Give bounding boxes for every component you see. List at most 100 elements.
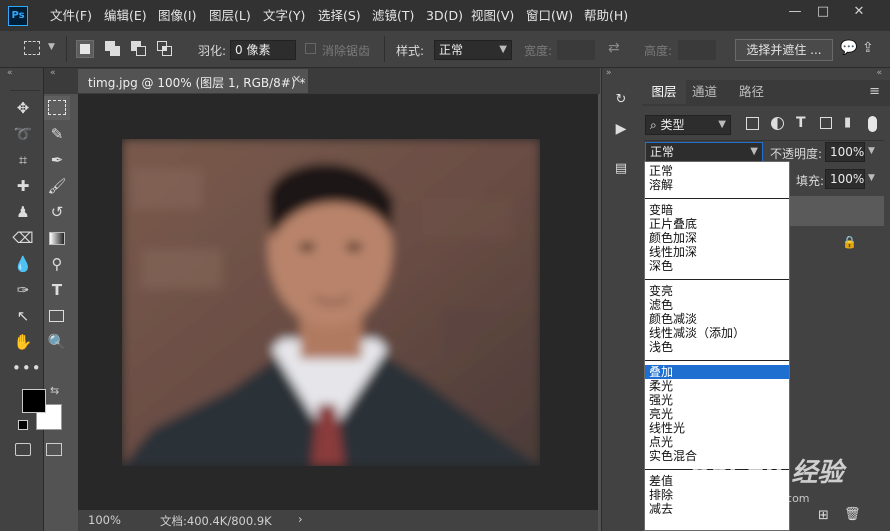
- intersect-selection-icon[interactable]: [156, 40, 174, 58]
- menu-view[interactable]: 视图(V): [471, 6, 514, 26]
- blend-option-darker-color[interactable]: 深色: [645, 259, 789, 273]
- brush-tool-icon[interactable]: 🖌: [46, 176, 68, 196]
- collapse-panels-icon[interactable]: «: [876, 68, 882, 78]
- blend-option-lighter-color[interactable]: 浅色: [645, 340, 789, 354]
- blend-option-hard-light[interactable]: 强光: [645, 393, 789, 407]
- close-tab-icon[interactable]: ✕: [292, 73, 301, 86]
- default-colors-icon[interactable]: [18, 420, 28, 430]
- collapse-icon[interactable]: »: [606, 68, 612, 78]
- chevron-down-icon[interactable]: ▼: [868, 173, 875, 183]
- blend-option-soft-light[interactable]: 柔光: [645, 379, 789, 393]
- blend-option-color-burn[interactable]: 颜色加深: [645, 231, 789, 245]
- opacity-input[interactable]: 100%: [825, 142, 865, 162]
- maximize-button[interactable]: □: [810, 2, 836, 22]
- properties-panel-icon[interactable]: ▤: [611, 161, 631, 179]
- status-menu-arrow[interactable]: ›: [298, 512, 303, 526]
- menu-select[interactable]: 选择(S): [318, 6, 361, 26]
- blend-option-multiply[interactable]: 正片叠底: [645, 217, 789, 231]
- blend-option-linear-burn[interactable]: 线性加深: [645, 245, 789, 259]
- blend-option-dissolve[interactable]: 溶解: [645, 178, 789, 192]
- blend-option-lighten[interactable]: 变亮: [645, 284, 789, 298]
- panel-menu-icon[interactable]: ≡: [869, 84, 880, 99]
- layer-row-selected[interactable]: [790, 196, 884, 226]
- eraser-tool-icon[interactable]: ⌫: [12, 228, 34, 248]
- healing-brush-tool-icon[interactable]: ✚: [12, 176, 34, 196]
- filter-smart-object-icon[interactable]: ▮: [844, 115, 851, 130]
- pen-tool-icon[interactable]: ✑: [12, 280, 34, 300]
- document-image[interactable]: [122, 139, 540, 466]
- blend-option-normal[interactable]: 正常: [645, 164, 789, 178]
- select-and-mask-button[interactable]: 选择并遮住 ...: [735, 39, 833, 61]
- tab-channels[interactable]: 通道: [692, 80, 717, 104]
- dodge-tool-icon[interactable]: ⚲: [46, 254, 68, 274]
- blur-tool-icon[interactable]: 💧: [12, 254, 34, 274]
- blend-option-overlay[interactable]: 叠加: [645, 365, 789, 379]
- style-select[interactable]: 正常 ▼: [434, 40, 512, 60]
- foreground-color-swatch[interactable]: [22, 389, 46, 413]
- eyedropper-tool-icon[interactable]: ✒: [46, 150, 68, 170]
- clone-stamp-tool-icon[interactable]: ♟: [12, 202, 34, 222]
- share-icon[interactable]: ⇪: [862, 40, 874, 56]
- new-selection-icon[interactable]: [76, 40, 94, 58]
- layer-filter-select[interactable]: ⌕ 类型 ▼: [645, 115, 731, 135]
- filter-type-icon[interactable]: T: [796, 115, 806, 131]
- path-selection-tool-icon[interactable]: ↖: [12, 306, 34, 326]
- menu-window[interactable]: 窗口(W): [526, 6, 573, 26]
- marquee-tool-preset-icon[interactable]: [24, 41, 40, 55]
- menu-image[interactable]: 图像(I): [158, 6, 196, 26]
- blend-option-darken[interactable]: 变暗: [645, 203, 789, 217]
- hand-tool-icon[interactable]: ✋: [12, 332, 34, 352]
- chat-icon[interactable]: 💬: [840, 40, 857, 56]
- menu-edit[interactable]: 编辑(E): [104, 6, 147, 26]
- blend-option-linear-light[interactable]: 线性光: [645, 421, 789, 435]
- screen-mode-icon[interactable]: [46, 443, 62, 456]
- move-tool-icon[interactable]: ✥: [12, 98, 34, 118]
- lasso-tool-icon[interactable]: ➰: [12, 124, 34, 144]
- blend-option-vivid-light[interactable]: 亮光: [645, 407, 789, 421]
- tab-layers[interactable]: 图层: [642, 80, 686, 104]
- chevron-down-icon[interactable]: ▼: [868, 146, 875, 156]
- history-brush-tool-icon[interactable]: ↺: [46, 202, 68, 222]
- menu-layer[interactable]: 图层(L): [209, 6, 251, 26]
- menu-type[interactable]: 文字(Y): [263, 6, 305, 26]
- close-window-button[interactable]: ✕: [846, 2, 872, 22]
- marquee-tool-icon[interactable]: [48, 100, 66, 115]
- tab-paths[interactable]: 路径: [739, 80, 764, 104]
- minimize-button[interactable]: —: [782, 2, 808, 22]
- blend-option-pin-light[interactable]: 点光: [645, 435, 789, 449]
- subtract-from-selection-icon[interactable]: [130, 40, 148, 58]
- blend-option-screen[interactable]: 滤色: [645, 298, 789, 312]
- filter-shape-icon[interactable]: [820, 117, 832, 129]
- filter-toggle-icon[interactable]: [868, 116, 877, 132]
- menu-filter[interactable]: 滤镜(T): [372, 6, 414, 26]
- history-panel-icon[interactable]: ↻: [611, 92, 631, 110]
- menu-file[interactable]: 文件(F): [50, 6, 92, 26]
- collapse-left-icon[interactable]: «: [50, 68, 56, 78]
- quick-mask-icon[interactable]: [15, 443, 31, 456]
- feather-input[interactable]: 0 像素: [230, 40, 296, 60]
- blend-mode-select[interactable]: 正常 ▼: [645, 142, 763, 162]
- menu-3d[interactable]: 3D(D): [426, 6, 463, 26]
- zoom-tool-icon[interactable]: 🔍: [46, 332, 68, 352]
- type-tool-icon[interactable]: T: [46, 280, 68, 300]
- chevron-down-icon[interactable]: ▼: [48, 42, 55, 52]
- menu-help[interactable]: 帮助(H): [584, 6, 628, 26]
- width-input[interactable]: [557, 40, 595, 60]
- collapse-panel-icon[interactable]: «: [7, 68, 13, 78]
- add-to-selection-icon[interactable]: [104, 40, 122, 58]
- fill-input[interactable]: 100%: [825, 169, 865, 189]
- swap-arrows-icon[interactable]: ⇄: [608, 40, 620, 56]
- filter-pixel-icon[interactable]: [746, 117, 759, 130]
- height-input[interactable]: [678, 40, 716, 60]
- actions-play-icon[interactable]: ▶: [611, 121, 631, 139]
- swap-colors-icon[interactable]: ⇆: [50, 384, 59, 397]
- gradient-tool-icon[interactable]: [49, 232, 65, 245]
- filter-adjustment-icon[interactable]: [771, 117, 784, 130]
- rectangle-tool-icon[interactable]: [49, 310, 64, 322]
- blend-option-linear-dodge[interactable]: 线性减淡（添加）: [645, 326, 789, 340]
- crop-tool-icon[interactable]: ⌗: [12, 150, 34, 170]
- new-layer-icon[interactable]: ⊞: [818, 508, 829, 523]
- quick-select-tool-icon[interactable]: ✎: [46, 124, 68, 144]
- more-tools-icon[interactable]: •••: [12, 358, 41, 378]
- blend-option-color-dodge[interactable]: 颜色减淡: [645, 312, 789, 326]
